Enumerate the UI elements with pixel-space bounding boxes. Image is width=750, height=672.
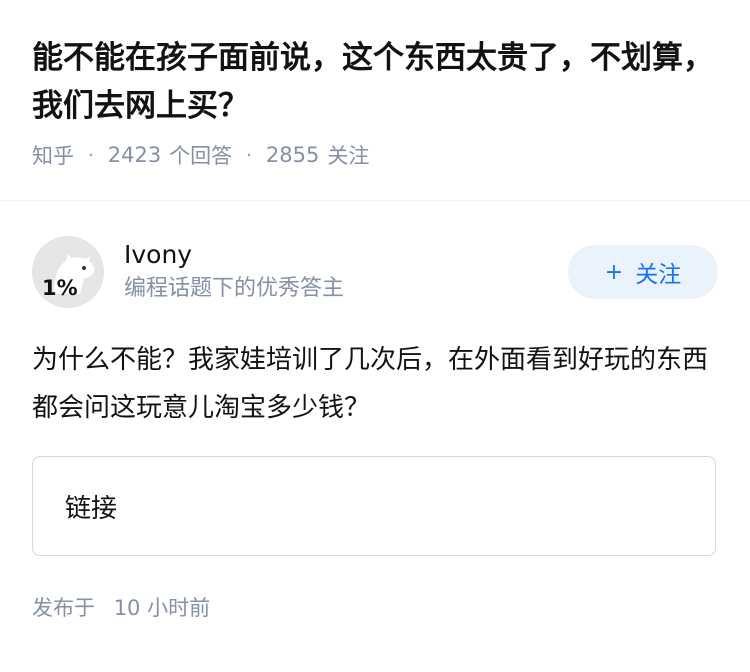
question-header: 能不能在孩子面前说，这个东西太贵了，不划算，我们去网上买？ 知乎 · 2423 … [0, 0, 750, 172]
post-time-label: 发布于 [32, 596, 95, 620]
follow-button-label: 关注 [635, 262, 682, 288]
follow-count: 2855 [265, 143, 320, 167]
section-divider [0, 200, 750, 201]
follow-button[interactable]: + 关注 [568, 245, 718, 299]
author-name[interactable]: Ivony [124, 238, 568, 272]
answer-page: 能不能在孩子面前说，这个东西太贵了，不划算，我们去网上买？ 知乎 · 2423 … [0, 0, 750, 672]
answer-card: 1% Ivony 编程话题下的优秀答主 + 关注 为什么不能？我家娃培训了几次后… [32, 236, 718, 622]
author-info: Ivony 编程话题下的优秀答主 [124, 238, 568, 306]
separator-dot: · [246, 144, 252, 166]
link-card-label: 链接 [65, 493, 118, 524]
answer-count: 2423 [107, 143, 162, 167]
avatar[interactable]: 1% [32, 236, 104, 308]
plus-icon: + [604, 259, 624, 285]
answer-body: 为什么不能？我家娃培训了几次后，在外面看到好玩的东西都会问这玩意儿淘宝多少钱？ [32, 345, 709, 423]
question-title[interactable]: 能不能在孩子面前说，这个东西太贵了，不划算，我们去网上买？ [32, 34, 718, 130]
answer-count-label: 个回答 [169, 144, 233, 168]
question-meta: 知乎 · 2423 个回答 · 2855 关注 [32, 138, 718, 172]
link-card[interactable]: 链接 [32, 456, 716, 556]
source-label[interactable]: 知乎 [32, 140, 74, 170]
post-time-value: 10 小时前 [113, 596, 211, 620]
author-row: 1% Ivony 编程话题下的优秀答主 + 关注 [32, 236, 718, 308]
separator-dot: · [88, 144, 94, 166]
follow-count-label: 关注 [327, 144, 370, 168]
author-description: 编程话题下的优秀答主 [124, 276, 345, 301]
post-time: 发布于 10 小时前 [32, 592, 718, 622]
avatar-badge: 1% [42, 276, 78, 300]
